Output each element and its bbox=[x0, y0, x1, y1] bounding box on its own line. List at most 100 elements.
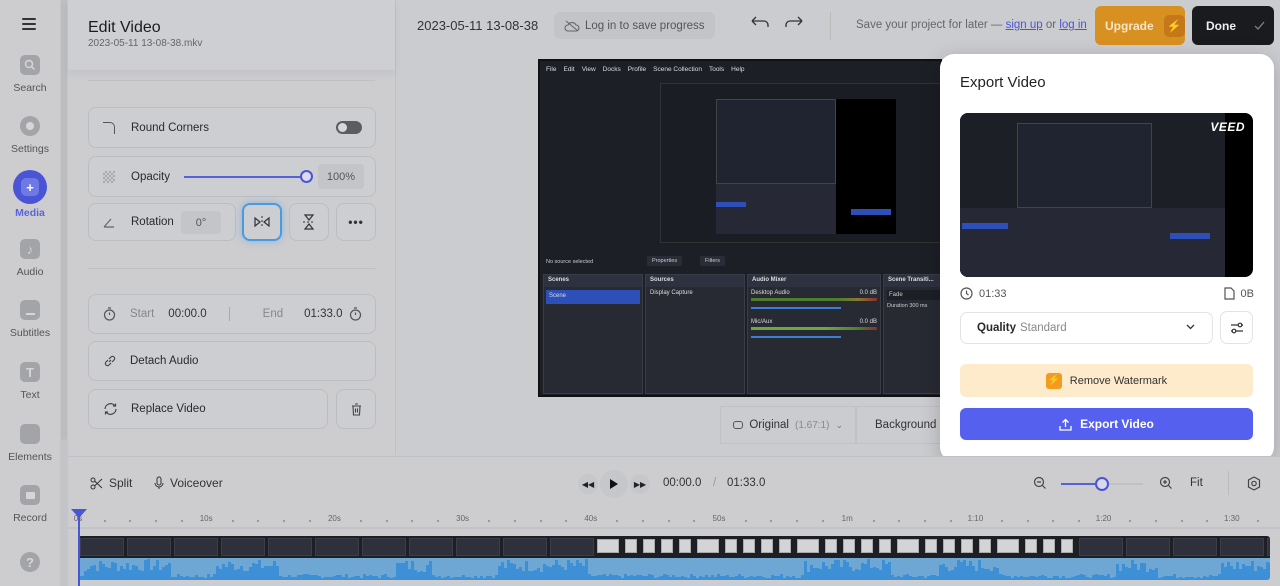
zoom-out-icon[interactable] bbox=[1033, 476, 1047, 490]
nav-item-record[interactable]: Record bbox=[0, 485, 60, 524]
end-time[interactable]: 01:33.0 bbox=[304, 308, 342, 320]
sign-up-link[interactable]: sign up bbox=[1006, 19, 1043, 31]
ruler-tick-label: 50s bbox=[712, 514, 726, 523]
export-settings-button[interactable] bbox=[1220, 311, 1253, 344]
opacity-value[interactable]: 100% bbox=[318, 164, 364, 189]
video-frame-thumbnail bbox=[679, 539, 691, 553]
flip-vertical-button[interactable] bbox=[289, 203, 329, 241]
video-frame-thumbnail bbox=[550, 538, 594, 556]
obs-menu-bar: File Edit View Docks Profile Scene Collection… bbox=[546, 66, 745, 73]
upgrade-label: Upgrade bbox=[1105, 18, 1154, 33]
export-dialog: Export Video VEED 01:33 0B Quality Stand… bbox=[940, 54, 1274, 461]
export-duration: 01:33 bbox=[960, 287, 1007, 300]
ruler-dot bbox=[103, 520, 106, 522]
menu-icon[interactable] bbox=[22, 18, 36, 30]
done-button[interactable]: Done bbox=[1192, 6, 1274, 45]
opacity-slider[interactable] bbox=[184, 176, 306, 178]
replace-video-button[interactable]: Replace Video bbox=[88, 389, 328, 429]
ruler-dot bbox=[360, 520, 363, 522]
nav-item-text[interactable]: T Text bbox=[0, 362, 60, 401]
nav-item-settings[interactable]: Settings bbox=[0, 116, 60, 155]
ruler-dot bbox=[924, 520, 927, 522]
refresh-icon bbox=[104, 403, 117, 415]
opacity-slider-handle[interactable] bbox=[300, 170, 313, 183]
play-button[interactable] bbox=[600, 470, 628, 498]
rotation-row: Rotation 0° bbox=[88, 203, 236, 241]
music-note-icon: ♪ bbox=[20, 239, 40, 259]
video-frame-thumbnail bbox=[268, 538, 312, 556]
nav-item-subtitles[interactable]: Subtitles bbox=[0, 300, 60, 339]
more-icon: ••• bbox=[348, 215, 364, 229]
nav-scrollbar[interactable] bbox=[60, 0, 68, 586]
fit-button[interactable]: Fit bbox=[1190, 477, 1203, 489]
ruler-dot bbox=[949, 520, 952, 522]
play-icon bbox=[610, 479, 618, 489]
nav-label: Audio bbox=[16, 266, 44, 278]
login-to-save-label: Log in to save progress bbox=[585, 19, 705, 32]
detach-audio-button[interactable]: Detach Audio bbox=[88, 341, 376, 381]
rewind-button[interactable]: ◀◀ bbox=[578, 474, 598, 494]
upgrade-button[interactable]: Upgrade ⚡ bbox=[1095, 6, 1185, 45]
video-frame-thumbnail bbox=[80, 538, 124, 556]
round-corners-toggle[interactable] bbox=[336, 121, 362, 134]
ruler-dot bbox=[180, 520, 183, 522]
voiceover-button[interactable]: Voiceover bbox=[154, 476, 223, 490]
video-frame-thumbnail bbox=[979, 539, 991, 553]
video-track[interactable] bbox=[78, 536, 1270, 558]
help-button[interactable]: ? bbox=[0, 552, 60, 572]
undo-button[interactable] bbox=[750, 15, 770, 32]
nav-item-elements[interactable]: Elements bbox=[0, 424, 60, 463]
start-label: Start bbox=[130, 308, 155, 320]
video-frame-thumbnail bbox=[127, 538, 171, 556]
nav-item-search[interactable]: Search bbox=[0, 55, 60, 94]
timeline-ruler[interactable]: 0s10s20s30s40s50s1m1:101:201:30 bbox=[68, 507, 1280, 529]
detach-audio-label: Detach Audio bbox=[130, 355, 199, 367]
edit-panel: Edit Video 2023-05-11 13-08-38.mkv Round… bbox=[68, 0, 396, 455]
filters-button: Filters bbox=[700, 256, 725, 266]
settings-icon[interactable] bbox=[1247, 476, 1261, 491]
panel-header: Edit Video 2023-05-11 13-08-38.mkv bbox=[68, 0, 395, 70]
divider bbox=[88, 80, 375, 81]
nav-item-audio[interactable]: ♪ Audio bbox=[0, 239, 60, 278]
video-frame-thumbnail bbox=[174, 538, 218, 556]
video-frame-thumbnail bbox=[943, 539, 955, 553]
cloud-off-icon bbox=[564, 20, 580, 32]
ruler-dot bbox=[385, 520, 388, 522]
playhead[interactable] bbox=[71, 509, 87, 586]
log-in-link[interactable]: log in bbox=[1059, 19, 1087, 31]
export-video-button[interactable]: Export Video bbox=[960, 408, 1253, 440]
zoom-slider-handle[interactable] bbox=[1095, 477, 1109, 491]
nav-label: Record bbox=[13, 512, 47, 524]
nav-label: Subtitles bbox=[9, 327, 51, 339]
split-button[interactable]: Split bbox=[90, 476, 132, 490]
delete-button[interactable] bbox=[336, 389, 376, 429]
flip-horizontal-icon bbox=[254, 216, 270, 228]
aspect-ratio-dropdown[interactable]: Original (1.67:1) ⌄ bbox=[720, 406, 856, 444]
background-color-button[interactable]: Background bbox=[856, 406, 946, 444]
video-frame-thumbnail bbox=[1220, 538, 1264, 556]
audio-waveform[interactable] bbox=[78, 558, 1270, 580]
video-frame-thumbnail bbox=[725, 539, 737, 553]
zoom-in-icon[interactable] bbox=[1159, 476, 1173, 490]
file-icon bbox=[1223, 287, 1235, 300]
background-label: Background bbox=[875, 419, 937, 431]
more-options-button[interactable]: ••• bbox=[336, 203, 376, 241]
rotation-value[interactable]: 0° bbox=[181, 211, 221, 234]
start-time[interactable]: 00:00.0 bbox=[168, 308, 206, 320]
microphone-icon bbox=[154, 476, 164, 489]
flip-horizontal-button[interactable] bbox=[242, 203, 282, 241]
nav-item-media[interactable]: + Media bbox=[0, 170, 60, 219]
project-name[interactable]: 2023-05-11 13-08-38 bbox=[417, 18, 538, 33]
chevron-down-icon: ⌄ bbox=[835, 419, 843, 430]
fast-forward-button[interactable]: ▶▶ bbox=[630, 474, 650, 494]
remove-watermark-button[interactable]: ⚡ Remove Watermark bbox=[960, 364, 1253, 397]
replace-video-label: Replace Video bbox=[131, 403, 206, 415]
sources-dock: Sources Display Capture bbox=[645, 274, 745, 394]
login-to-save-button[interactable]: Log in to save progress bbox=[554, 12, 715, 39]
rotation-label: Rotation bbox=[131, 216, 174, 228]
redo-button[interactable] bbox=[784, 15, 804, 32]
quality-dropdown[interactable]: Quality Standard bbox=[960, 312, 1213, 344]
video-preview[interactable]: File Edit View Docks Profile Scene Collection… bbox=[538, 59, 942, 397]
video-frame-thumbnail bbox=[1043, 539, 1055, 553]
done-label: Done bbox=[1206, 18, 1236, 33]
